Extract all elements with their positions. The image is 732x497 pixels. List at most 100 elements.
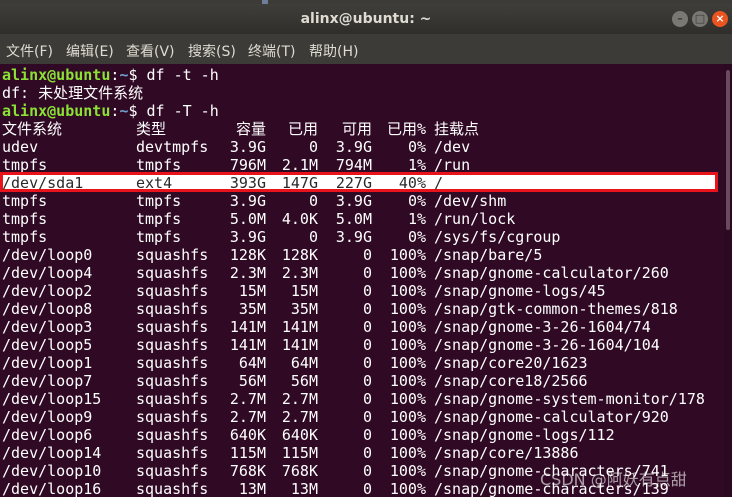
cell-mount: /dev/shm [434, 192, 507, 210]
cell-filesystem: /dev/loop1 [2, 354, 93, 372]
cell-filesystem: /dev/loop4 [2, 264, 93, 282]
cell-used: 4.0K [281, 210, 318, 228]
cell-avail: 3.9G [335, 228, 372, 246]
table-row: /dev/loop7 squashfs 56M 56M 0 100% /snap/core1… [2, 372, 724, 390]
menu-help[interactable]: 帮助(H) [309, 41, 358, 61]
maximize-button[interactable]: □ [692, 11, 708, 27]
cell-size: 35M [238, 300, 266, 318]
cell-size: 640K [229, 426, 266, 444]
title-bar[interactable]: alinx@ubuntu: ~ – □ × [0, 4, 732, 34]
menu-terminal[interactable]: 终端(T) [248, 41, 295, 61]
cell-filesystem: /dev/loop6 [2, 426, 93, 444]
cell-filesystem: /dev/loop5 [2, 336, 93, 354]
cell-filesystem: /dev/sda1 [2, 174, 84, 192]
cell-used: 15M [290, 282, 318, 300]
cell-type: squashfs [136, 444, 209, 462]
menu-search[interactable]: 搜索(S) [188, 41, 236, 61]
cell-used: 2.3M [281, 264, 318, 282]
prompt-line: alinx@ubuntu:~$ df -t -h [2, 66, 219, 84]
cell-mount: /snap/gnome-calculator/260 [434, 264, 669, 282]
cell-type: squashfs [136, 354, 209, 372]
cell-type: tmpfs [136, 192, 182, 210]
cell-use-pct: 1% [407, 210, 426, 228]
cell-size: 115M [229, 444, 266, 462]
cell-size: 容量 [235, 120, 266, 138]
cell-type: squashfs [136, 246, 209, 264]
cell-filesystem: /dev/loop9 [2, 408, 93, 426]
cell-mount: /snap/gnome-logs/112 [434, 426, 615, 444]
cell-filesystem: 文件系统 [2, 120, 63, 138]
cell-used: 115M [281, 444, 318, 462]
cell-filesystem: /dev/loop3 [2, 318, 93, 336]
cell-type: squashfs [136, 408, 209, 426]
cell-avail: 3.9G [335, 192, 372, 210]
cell-use-pct: 100% [389, 354, 426, 372]
cell-avail: 227G [335, 174, 372, 192]
cell-size: 56M [238, 372, 266, 390]
cell-type: tmpfs [136, 210, 182, 228]
cell-use-pct: 100% [389, 300, 426, 318]
command-text: df -T -h [146, 102, 219, 120]
cell-mount: /snap/core18/2566 [434, 372, 588, 390]
prompt-dollar: $ [128, 66, 138, 84]
close-button[interactable]: × [712, 11, 728, 27]
cell-use-pct: 0% [407, 228, 426, 246]
table-row: /dev/loop15 squashfs 2.7M 2.7M 0 100% /snap/gn… [2, 390, 724, 408]
cell-mount: /sys/fs/cgroup [434, 228, 561, 246]
table-row: /dev/loop4 squashfs 2.3M 2.3M 0 100% /snap/gno… [2, 264, 724, 282]
cell-size: 13M [238, 480, 266, 497]
cell-type: squashfs [136, 390, 209, 408]
cell-use-pct: 100% [389, 426, 426, 444]
cell-filesystem: /dev/loop0 [2, 246, 93, 264]
cell-size: 128K [229, 246, 266, 264]
cell-avail: 0 [362, 462, 372, 480]
cell-use-pct: 100% [389, 480, 426, 497]
cell-used: 0 [308, 192, 318, 210]
cell-used: 35M [290, 300, 318, 318]
cell-type: 类型 [136, 120, 167, 138]
cell-size: 3.9G [229, 138, 266, 156]
scrollbar-thumb[interactable] [726, 70, 730, 230]
cell-used: 128K [281, 246, 318, 264]
cell-mount: /snap/gnome-3-26-1604/74 [434, 318, 651, 336]
menu-file[interactable]: 文件(F) [6, 41, 53, 61]
cell-size: 15M [238, 282, 266, 300]
terminal-area[interactable]: alinx@ubuntu:~$ df -t -h df: 未处理文件系统 ali… [0, 64, 724, 497]
cell-filesystem: /dev/loop16 [2, 480, 102, 497]
cell-used: 2.7M [281, 390, 318, 408]
cell-filesystem: /dev/loop7 [2, 372, 93, 390]
cell-avail: 0 [362, 444, 372, 462]
minimize-button[interactable]: – [672, 11, 688, 27]
cell-mount: /snap/core/13886 [434, 444, 579, 462]
table-row: tmpfs tmpfs 5.0M 4.0K 5.0M 1% /run/lock [2, 210, 724, 228]
error-output: df: 未处理文件系统 [2, 84, 144, 102]
cell-use-pct: 已用% [386, 120, 426, 138]
menu-edit[interactable]: 编辑(E) [66, 41, 114, 61]
cell-used: 640K [281, 426, 318, 444]
cell-mount: /snap/gnome-system-monitor/178 [434, 390, 705, 408]
cell-used: 0 [308, 228, 318, 246]
cell-type: devtmpfs [136, 138, 209, 156]
cell-use-pct: 100% [389, 390, 426, 408]
cell-used: 147G [281, 174, 318, 192]
cell-use-pct: 100% [389, 318, 426, 336]
cell-used: 56M [290, 372, 318, 390]
cell-avail: 0 [362, 300, 372, 318]
cell-size: 2.7M [229, 408, 266, 426]
cell-type: squashfs [136, 300, 209, 318]
cell-type: squashfs [136, 282, 209, 300]
cell-used: 64M [290, 354, 318, 372]
cell-type: tmpfs [136, 228, 182, 246]
cell-type: squashfs [136, 462, 209, 480]
command-text: df -t -h [146, 66, 219, 84]
cell-avail: 0 [362, 480, 372, 497]
cell-avail: 0 [362, 408, 372, 426]
cell-use-pct: 0% [407, 192, 426, 210]
menu-view[interactable]: 查看(V) [126, 41, 175, 61]
cell-avail: 0 [362, 246, 372, 264]
cell-size: 3.9G [229, 228, 266, 246]
cell-mount: /snap/gnome-calculator/920 [434, 408, 669, 426]
cell-type: squashfs [136, 372, 209, 390]
watermark-text: CSDN @阿妖有点甜 [540, 470, 687, 489]
table-row: tmpfs tmpfs 3.9G 0 3.9G 0% /sys/fs/cgroup [2, 228, 724, 246]
